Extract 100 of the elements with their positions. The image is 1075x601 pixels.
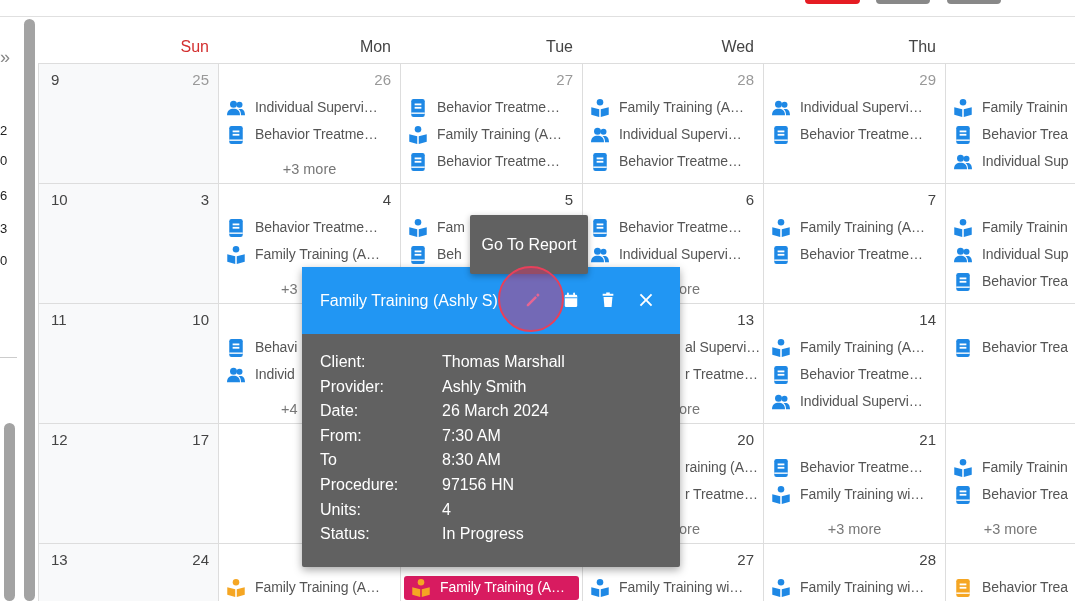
event-label[interactable]: Individual Supervi… <box>619 244 742 265</box>
event-label[interactable]: Family Training (A… <box>255 577 380 598</box>
week-number: 9 <box>51 70 60 90</box>
field-label: Units: <box>320 499 362 520</box>
day-number: 27 <box>737 550 754 570</box>
event-label[interactable]: Behavior Trea <box>982 484 1068 505</box>
event-label[interactable]: Family Training (A… <box>800 217 925 238</box>
event-label[interactable]: Family Trainin <box>982 217 1068 238</box>
day-number: 27 <box>556 70 573 90</box>
field-label: From: <box>320 425 363 446</box>
field-value: 26 March 2024 <box>442 401 549 422</box>
event-chip[interactable]: Family Training (A… <box>404 575 579 600</box>
edit-button[interactable] <box>524 291 542 309</box>
event-label[interactable]: Behavior Treatme… <box>800 457 923 478</box>
tooltip: Go To Report <box>470 215 588 274</box>
event-label[interactable]: Behavior Treatme… <box>437 151 560 172</box>
day-number: 26 <box>374 70 391 90</box>
event-label[interactable]: Behavior Trea <box>982 271 1068 292</box>
week-number: 13 <box>51 550 68 570</box>
sidebar-count: 6 <box>0 188 8 204</box>
event-label[interactable]: Behavior Trea <box>982 124 1068 145</box>
day-number: 29 <box>919 70 936 90</box>
event-label[interactable]: Beh <box>437 244 462 265</box>
weekday-header: Sun <box>179 37 210 57</box>
event-label[interactable]: Behavior Treatme… <box>255 217 378 238</box>
sidebar-count: 2 <box>0 123 8 139</box>
event-label[interactable]: Behavior Treatme… <box>255 124 378 145</box>
field-value: In Progress <box>442 524 524 545</box>
field-label: Status: <box>320 524 371 545</box>
calendar-button[interactable] <box>562 291 580 309</box>
day-number: 6 <box>745 190 754 210</box>
event-label[interactable]: Family Training wi… <box>800 577 925 598</box>
event-label[interactable]: Behavior Treatme… <box>437 97 560 118</box>
day-number: 24 <box>192 550 209 570</box>
popup-title: Family Training (Ashly S) <box>320 290 498 311</box>
scrollbar[interactable] <box>4 423 15 601</box>
event-label[interactable]: Family Trainin <box>982 457 1068 478</box>
event-label[interactable]: Behavior Treatme… <box>800 244 923 265</box>
day-number: 14 <box>919 310 936 330</box>
event-label[interactable]: Family Training (A… <box>255 244 380 265</box>
week-number: 12 <box>51 430 68 450</box>
week-number: 10 <box>51 190 68 210</box>
event-label[interactable]: Behavior Trea <box>982 577 1068 598</box>
close-button[interactable] <box>637 291 655 309</box>
event-label[interactable]: Individual Supervi… <box>800 391 923 412</box>
calendar-icon <box>563 292 579 308</box>
event-label[interactable]: Behavior Treatme… <box>800 124 923 145</box>
event-label[interactable]: Individual Sup <box>982 151 1069 172</box>
week-number: 11 <box>51 310 67 330</box>
event-label[interactable]: Behavi <box>255 337 298 358</box>
event-label[interactable]: Individual Supervi… <box>800 97 923 118</box>
weekday-header: Thu <box>907 37 937 57</box>
day-number: 28 <box>919 550 936 570</box>
weekday-header: Tue <box>545 37 574 57</box>
event-label[interactable]: Family Training (A… <box>619 97 744 118</box>
field-value: 7:30 AM <box>442 425 501 446</box>
field-value: Ashly Smith <box>442 376 527 397</box>
event-label[interactable]: Family Training wi… <box>619 577 744 598</box>
field-label: Provider: <box>320 376 386 397</box>
field-value: Thomas Marshall <box>442 352 565 372</box>
event-label[interactable]: Family Trainin <box>982 97 1068 118</box>
field-value: 97156 HN <box>442 474 515 495</box>
event-label[interactable]: Individual Supervi… <box>255 97 378 118</box>
day-number: 21 <box>919 430 936 450</box>
event-label[interactable]: r Treatme… <box>685 484 758 505</box>
sidebar-count: 0 <box>0 253 8 269</box>
day-number: 28 <box>737 70 754 90</box>
event-label[interactable]: Individual Supervi… <box>619 124 742 145</box>
event-label[interactable]: al Supervi… <box>685 337 761 358</box>
day-number: 20 <box>737 430 754 450</box>
event-label[interactable]: raining (A… <box>685 457 758 478</box>
day-number: 25 <box>192 70 209 90</box>
event-label[interactable]: Family Training (A… <box>437 124 562 145</box>
event-label[interactable]: Family Training wi… <box>800 484 925 505</box>
field-label: Procedure: <box>320 474 400 495</box>
button[interactable] <box>805 0 860 4</box>
event-label[interactable]: Family Training (A… <box>800 337 925 358</box>
event-label[interactable]: Behavior Trea <box>982 337 1068 358</box>
sidebar-count: 0 <box>0 153 8 169</box>
scrollbar[interactable] <box>24 19 35 601</box>
close-icon <box>638 292 654 308</box>
field-value: 8:30 AM <box>442 450 501 471</box>
expand-toggle[interactable]: » <box>0 47 10 67</box>
event-label[interactable]: Behavior Treatme… <box>619 217 742 238</box>
event-label[interactable]: Individual Sup <box>982 244 1069 265</box>
more-link[interactable]: +3 more <box>946 516 1075 543</box>
day-number: 5 <box>564 190 573 210</box>
edit-icon <box>525 292 541 308</box>
more-link[interactable]: +3 more <box>219 156 400 183</box>
event-label[interactable]: Fam <box>437 217 465 238</box>
event-label[interactable]: Individ <box>255 364 295 385</box>
button[interactable] <box>947 0 1001 4</box>
field-label: To <box>320 450 338 471</box>
day-number: 4 <box>382 190 391 210</box>
day-number: 10 <box>192 310 209 330</box>
button[interactable] <box>876 0 930 4</box>
event-label[interactable]: Behavior Treatme… <box>619 151 742 172</box>
more-link[interactable]: +3 more <box>764 516 945 543</box>
event-label[interactable]: Behavior Treatme… <box>800 364 923 385</box>
event-label[interactable]: r Treatme… <box>685 364 758 385</box>
